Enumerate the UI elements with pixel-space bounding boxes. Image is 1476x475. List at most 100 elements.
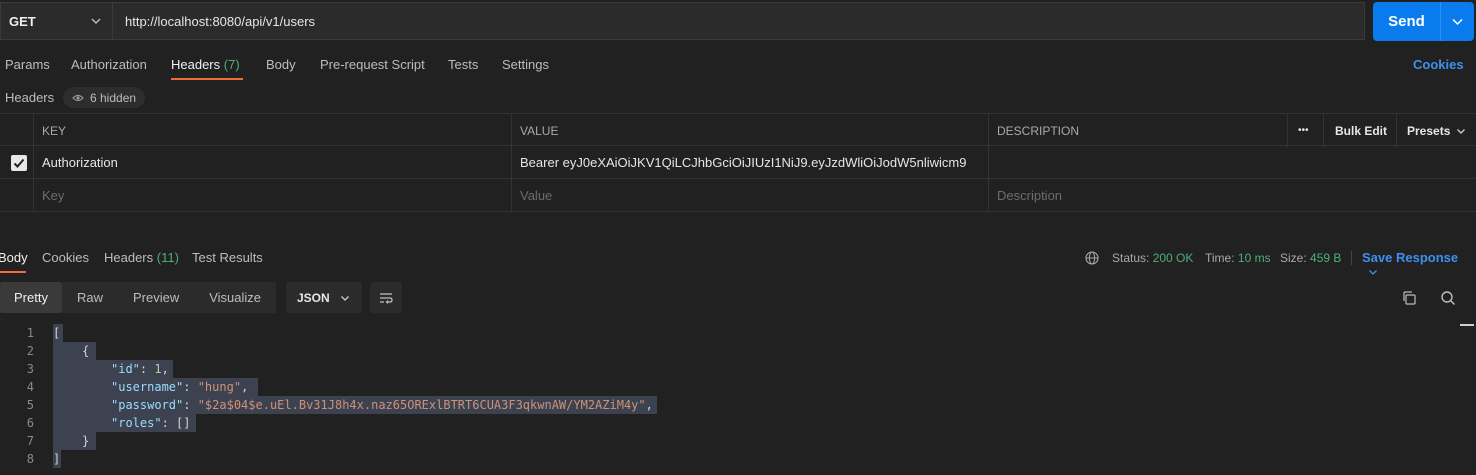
new-key-input[interactable]: Key [34, 179, 512, 212]
table-row-new: Key Value Description [0, 179, 1476, 212]
json-string: "$2a$04$e.uEl.Bv31J8h4x.naz65ORExlBTRT6C… [197, 398, 646, 412]
tab-pre-request-script[interactable]: Pre-request Script [320, 57, 425, 72]
chevron-down-icon [1457, 128, 1466, 134]
empty-checkbox-cell [0, 179, 34, 212]
code-line: 6 "roles": [] [0, 414, 1476, 432]
wrap-lines-button[interactable] [370, 282, 402, 313]
send-label: Send [1388, 13, 1425, 30]
size-value: 459 B [1310, 251, 1342, 265]
chevron-down-icon [91, 18, 101, 24]
hidden-headers-toggle[interactable]: 6 hidden [63, 87, 146, 108]
url-text: http://localhost:8080/api/v1/users [125, 13, 316, 29]
description-header-label: DESCRIPTION [997, 123, 1080, 138]
code-text: "id": 1, [111, 362, 169, 376]
view-mode-group: Pretty Raw Preview Visualize [0, 282, 277, 313]
line-number: 5 [26, 398, 34, 412]
code-text: } [82, 434, 90, 448]
header-value-cell[interactable]: Bearer eyJ0eXAiOiJKV1QiLCJhbGciOiJIUzI1N… [512, 146, 989, 179]
headers-section-label: Headers [5, 90, 55, 105]
status-divider [1351, 251, 1352, 265]
key-placeholder: Key [42, 188, 65, 203]
tab-body[interactable]: Body [266, 57, 296, 72]
line-number: 6 [26, 416, 34, 430]
more-options-button[interactable]: ••• [1288, 114, 1324, 147]
check-icon [13, 158, 25, 168]
copy-icon[interactable] [1401, 290, 1417, 306]
code-line: 1[ [0, 324, 1476, 342]
description-placeholder: Description [997, 188, 1063, 203]
tab-headers-label: Headers [171, 57, 221, 72]
code-line: 5 "password": "$2a$04$e.uEl.Bv31J8h4x.naz… [0, 396, 1476, 414]
json-key: "password" [111, 398, 184, 412]
presets-label: Presets [1407, 123, 1451, 138]
line-number: 7 [26, 434, 34, 448]
header-description-cell[interactable] [989, 146, 1476, 179]
save-response-label: Save Response [1362, 250, 1459, 265]
save-response-button[interactable]: Save Response [1362, 250, 1476, 280]
chevron-down-icon [1369, 270, 1377, 275]
bulk-edit-button[interactable]: Bulk Edit [1324, 114, 1397, 147]
more-options-icon: ••• [1298, 125, 1309, 136]
active-tab-indicator [171, 78, 243, 80]
tab-headers-count: (7) [223, 57, 240, 72]
send-button[interactable]: Send [1373, 2, 1474, 41]
key-header-label: KEY [42, 123, 67, 138]
code-line: 4 "username": "hung", [0, 378, 1476, 396]
tab-params[interactable]: Params [5, 57, 50, 72]
presets-dropdown[interactable]: Presets [1397, 114, 1476, 147]
table-row: Authorization Bearer eyJ0eXAiOiJKV1QiLCJ… [0, 146, 1476, 179]
value-column-header: VALUE [512, 114, 989, 147]
status-readout[interactable]: Status: 200 OK [1112, 251, 1193, 265]
send-options-chevron-icon[interactable] [1451, 15, 1464, 28]
response-tab-body[interactable]: Body [0, 250, 28, 265]
header-value: Bearer eyJ0eXAiOiJKV1QiLCJhbGciOiJIUzI1N… [520, 155, 967, 170]
code-text: "roles": [] [111, 416, 191, 430]
json-array: [] [176, 416, 191, 430]
view-pretty-button[interactable]: Pretty [0, 282, 62, 313]
url-input[interactable]: http://localhost:8080/api/v1/users [112, 2, 1365, 40]
search-icon[interactable] [1440, 290, 1456, 306]
globe-icon[interactable] [1085, 251, 1099, 265]
response-tab-test-results[interactable]: Test Results [192, 250, 263, 265]
view-visualize-button[interactable]: Visualize [194, 282, 276, 313]
cookies-link[interactable]: Cookies [1413, 57, 1464, 72]
value-header-label: VALUE [520, 123, 559, 138]
tab-tests[interactable]: Tests [448, 57, 478, 72]
bulk-edit-label: Bulk Edit [1335, 123, 1388, 138]
view-raw-button[interactable]: Raw [62, 282, 118, 313]
response-tab-cookies[interactable]: Cookies [42, 250, 89, 265]
line-number: 3 [26, 362, 34, 376]
row-checkbox-cell[interactable] [0, 146, 34, 179]
header-key-cell[interactable]: Authorization [34, 146, 512, 179]
json-key: "roles" [111, 416, 162, 430]
method-select[interactable]: GET [0, 2, 112, 40]
json-key: "username" [111, 380, 184, 394]
code-text: [ [53, 326, 61, 340]
json-key: "id" [111, 362, 140, 376]
tab-headers[interactable]: Headers (7) [171, 57, 240, 72]
new-value-input[interactable]: Value [512, 179, 989, 212]
tab-authorization[interactable]: Authorization [71, 57, 147, 72]
time-readout[interactable]: Time: 10 ms [1205, 251, 1271, 265]
json-number: 1 [154, 362, 162, 376]
tab-settings[interactable]: Settings [502, 57, 549, 72]
code-text: { [82, 344, 90, 358]
code-line: 8] [0, 450, 1476, 468]
line-number: 2 [26, 344, 34, 358]
header-key: Authorization [42, 155, 118, 170]
response-tab-headers[interactable]: Headers (11) [104, 250, 179, 265]
size-readout[interactable]: Size: 459 B [1280, 251, 1341, 265]
eye-icon [72, 94, 84, 101]
response-headers-count: (11) [156, 250, 179, 265]
scrollbar-thumb[interactable] [1460, 324, 1474, 326]
code-line: 3 "id": 1, [0, 360, 1476, 378]
code-text: "password": "$2a$04$e.uEl.Bv31J8h4x.naz6… [111, 398, 653, 412]
json-string: "hung" [197, 380, 242, 394]
format-select[interactable]: JSON [286, 282, 362, 313]
status-value: 200 OK [1152, 251, 1194, 265]
checkbox-checked[interactable] [11, 154, 27, 171]
view-preview-button[interactable]: Preview [118, 282, 194, 313]
response-tab-headers-label: Headers [104, 250, 154, 265]
line-number: 8 [26, 452, 34, 466]
new-description-input[interactable]: Description [989, 179, 1476, 212]
